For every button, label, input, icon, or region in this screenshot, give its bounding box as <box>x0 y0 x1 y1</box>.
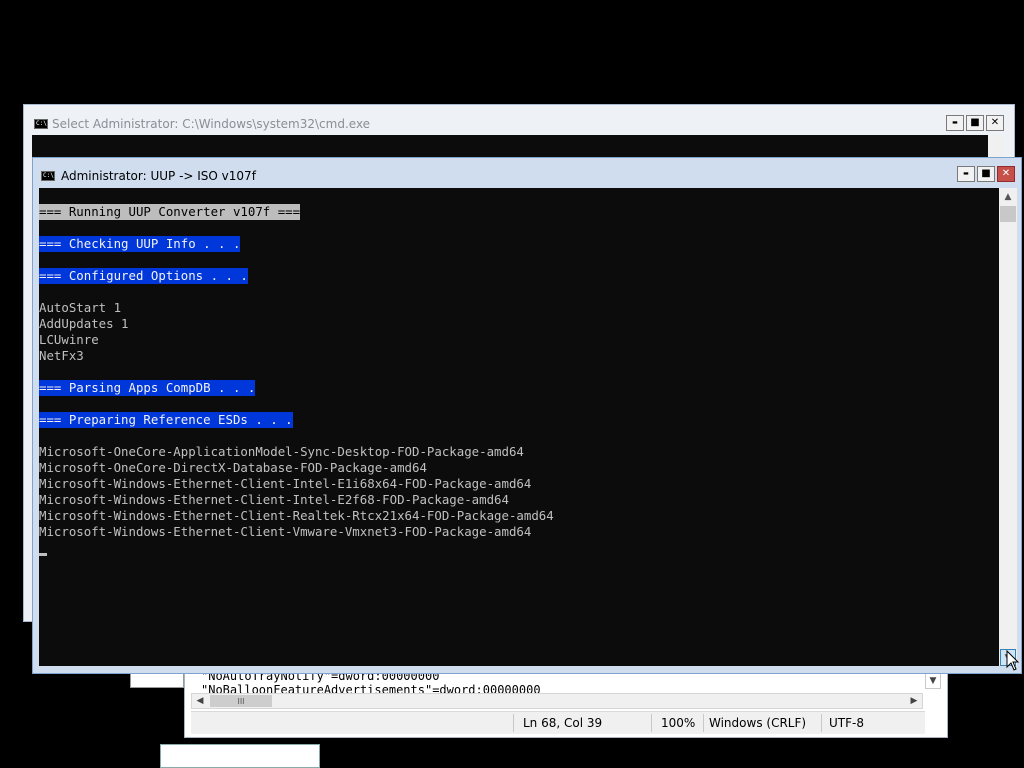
minimize-button[interactable]: ▬ <box>957 166 975 182</box>
cmd-icon: C:\ <box>41 171 55 181</box>
console-line: AutoStart 1 <box>39 300 999 316</box>
console-text: AddUpdates 1 <box>39 316 129 331</box>
console-text: Microsoft-Windows-Ethernet-Client-Vmware… <box>39 524 532 539</box>
chevron-right-icon: ▶ <box>910 696 918 706</box>
zoom-level: 100% <box>661 716 696 730</box>
console-header: === Configured Options . . . <box>39 268 248 284</box>
console-line: NetFx3 <box>39 348 999 364</box>
status-divider <box>703 714 704 732</box>
close-button[interactable]: ✕ <box>997 166 1015 182</box>
cursor-position: Ln 68, Col 39 <box>523 716 603 730</box>
scroll-down-button[interactable]: ▼ <box>925 673 941 689</box>
console-line: Microsoft-Windows-Ethernet-Client-Vmware… <box>39 524 999 540</box>
console-text: NetFx3 <box>39 348 84 363</box>
chevron-down-icon: ▼ <box>929 676 937 686</box>
console-text: Microsoft-Windows-Ethernet-Client-Intel-… <box>39 476 532 491</box>
chevron-left-icon: ◀ <box>196 696 204 706</box>
window-title: Select Administrator: C:\Windows\system3… <box>52 117 371 131</box>
console-line: Microsoft-Windows-Ethernet-Client-Intel-… <box>39 476 999 492</box>
console-header: === Running UUP Converter v107f === <box>39 204 301 220</box>
window-title: Administrator: UUP -> ISO v107f <box>61 169 256 183</box>
console-line: === Parsing Apps CompDB . . . <box>39 380 999 396</box>
window-controls: ▬ ■ ✕ <box>957 166 1015 182</box>
console-line: LCUwinre <box>39 332 999 348</box>
scroll-right-button[interactable]: ▶ <box>906 694 922 708</box>
console-line: === Running UUP Converter v107f === <box>39 204 999 220</box>
console-line: === Configured Options . . . <box>39 268 999 284</box>
notepad-window[interactable]: "NoAutoTrayNotify"=dword:00000000 "NoBal… <box>184 668 948 738</box>
mouse-pointer-icon <box>1006 650 1020 671</box>
close-icon: ✕ <box>990 117 1000 128</box>
minimize-icon: ▬ <box>952 119 958 126</box>
console-line: Microsoft-OneCore-DirectX-Database-FOD-P… <box>39 460 999 476</box>
console-line: Microsoft-Windows-Ethernet-Client-Intel-… <box>39 492 999 508</box>
horizontal-scrollbar[interactable]: ◀ III ▶ <box>191 693 923 709</box>
notepad-status-bar: Ln 68, Col 39 100% Windows (CRLF) UTF-8 <box>191 711 925 734</box>
maximize-icon: ■ <box>981 168 991 179</box>
vertical-scroll-thumb[interactable] <box>1000 206 1016 222</box>
window-controls: ▬ ■ ✕ <box>946 115 1004 131</box>
maximize-button[interactable]: ■ <box>977 166 995 182</box>
console-header: === Preparing Reference ESDs . . . <box>39 412 293 428</box>
maximize-button[interactable]: ■ <box>966 115 984 131</box>
scroll-up-button[interactable]: ▲ <box>1000 188 1016 205</box>
vertical-scrollbar[interactable]: ▲ ▼ <box>999 188 1017 666</box>
text-cursor <box>39 553 47 556</box>
console-line: Microsoft-OneCore-ApplicationModel-Sync-… <box>39 444 999 460</box>
console-text: Microsoft-OneCore-DirectX-Database-FOD-P… <box>39 460 427 475</box>
cmd-icon: C:\ <box>34 119 48 129</box>
background-window-fragment-bottom <box>160 744 320 768</box>
cmd-window-active[interactable]: C:\ Administrator: UUP -> ISO v107f ▬ ■ … <box>32 157 1022 674</box>
console-line <box>39 540 999 556</box>
encoding[interactable]: UTF-8 <box>829 716 864 730</box>
console-line: === Preparing Reference ESDs . . . <box>39 412 999 428</box>
line-ending[interactable]: Windows (CRLF) <box>709 716 806 730</box>
close-button[interactable]: ✕ <box>986 115 1004 131</box>
console-line: === Checking UUP Info . . . <box>39 236 999 252</box>
minimize-icon: ▬ <box>963 170 969 177</box>
console-header: === Parsing Apps CompDB . . . <box>39 380 256 396</box>
chevron-up-icon: ▲ <box>1004 191 1012 202</box>
console-line: AddUpdates 1 <box>39 316 999 332</box>
console-line: Microsoft-Windows-Ethernet-Client-Realte… <box>39 508 999 524</box>
minimize-button[interactable]: ▬ <box>946 115 964 131</box>
status-divider <box>821 714 822 732</box>
status-divider <box>513 714 514 732</box>
notepad-line: "NoBalloonFeatureAdvertisements"=dword:0… <box>201 683 541 693</box>
console-text: LCUwinre <box>39 332 99 347</box>
console-text: Microsoft-OneCore-ApplicationModel-Sync-… <box>39 444 524 459</box>
console-text: AutoStart 1 <box>39 300 122 315</box>
close-icon: ✕ <box>1001 168 1011 179</box>
console-output[interactable]: === Running UUP Converter v107f === === C… <box>39 188 999 666</box>
console-header: === Checking UUP Info . . . <box>39 236 241 252</box>
scroll-left-button[interactable]: ◀ <box>192 694 208 708</box>
console-text: Microsoft-Windows-Ethernet-Client-Intel-… <box>39 492 509 507</box>
console-text: Microsoft-Windows-Ethernet-Client-Realte… <box>39 508 554 523</box>
status-divider <box>651 714 652 732</box>
maximize-icon: ■ <box>970 117 980 128</box>
horizontal-scroll-thumb[interactable]: III <box>210 695 272 707</box>
